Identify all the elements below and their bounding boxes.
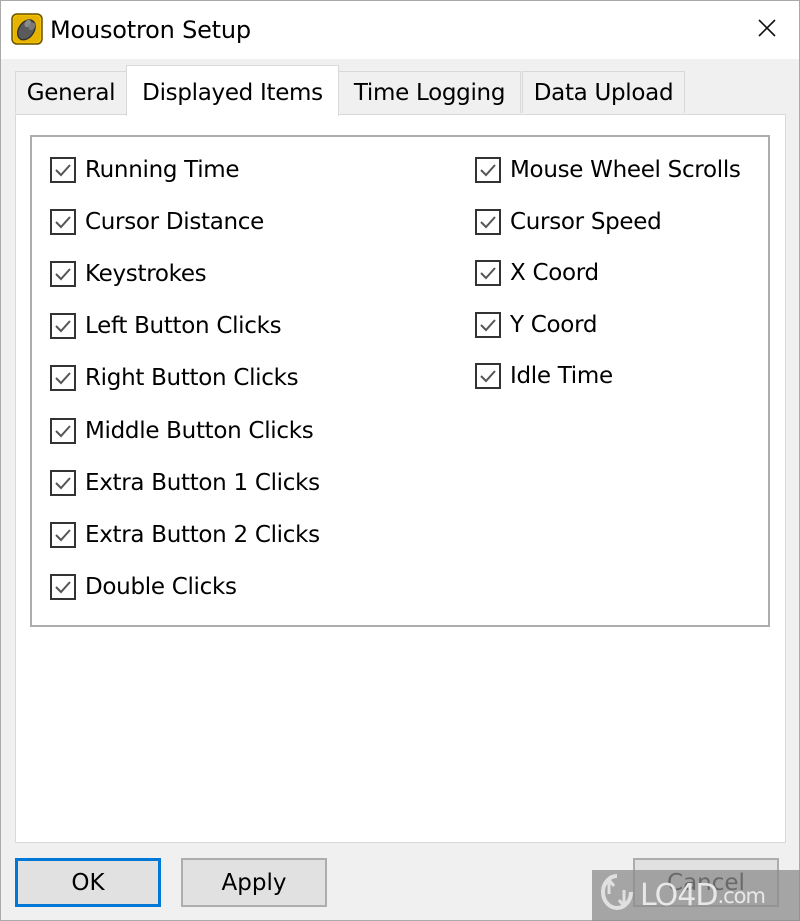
checkbox-label: Extra Button 1 Clicks <box>85 469 320 496</box>
tab-time-logging[interactable]: Time Logging <box>338 71 521 113</box>
tab-displayed-items[interactable]: Displayed Items <box>126 65 339 116</box>
checkbox-checked-icon[interactable] <box>50 469 76 496</box>
tab-label: Data Upload <box>533 79 674 106</box>
checkbox-double-clicks[interactable]: Double Clicks <box>50 570 237 604</box>
checkbox-checked-icon[interactable] <box>475 208 501 235</box>
checkbox-checked-icon[interactable] <box>50 209 76 236</box>
apply-button-label: Apply <box>221 869 287 896</box>
displayed-items-panel: Running Time Cursor Distance Keystrokes Lef… <box>15 114 786 843</box>
checkbox-idle-time[interactable]: Idle Time <box>475 359 613 393</box>
checkbox-keystrokes[interactable]: Keystrokes <box>50 257 207 291</box>
checkbox-label: Cursor Distance <box>85 209 264 236</box>
close-icon <box>758 19 776 41</box>
checkbox-checked-icon[interactable] <box>50 313 76 340</box>
checkbox-checked-icon[interactable] <box>475 311 501 338</box>
checkbox-label: Left Button Clicks <box>85 313 282 340</box>
tab-data-upload[interactable]: Data Upload <box>522 71 685 113</box>
checkbox-label: Middle Button Clicks <box>85 417 314 444</box>
checkbox-checked-icon[interactable] <box>50 157 76 183</box>
checkbox-checked-icon[interactable] <box>50 261 76 288</box>
mousotron-app-icon <box>11 13 43 45</box>
checkbox-mouse-wheel-scrolls[interactable]: Mouse Wheel Scrolls <box>475 153 741 187</box>
ok-button[interactable]: OK <box>15 858 161 907</box>
tab-general[interactable]: General <box>15 71 127 113</box>
watermark: LO4D .com <box>592 870 800 921</box>
checkbox-running-time[interactable]: Running Time <box>50 153 240 187</box>
close-button[interactable] <box>735 1 799 59</box>
displayed-items-group: Running Time Cursor Distance Keystrokes Lef… <box>30 135 770 627</box>
ok-button-label: OK <box>71 869 105 896</box>
checkbox-label: Running Time <box>85 157 240 183</box>
tab-label: Displayed Items <box>142 80 323 106</box>
checkbox-label: Y Coord <box>510 311 598 338</box>
checkbox-middle-button-clicks[interactable]: Middle Button Clicks <box>50 414 314 448</box>
title-bar[interactable]: Mousotron Setup <box>1 1 799 59</box>
checkbox-label: Keystrokes <box>85 261 207 288</box>
tab-strip: General Displayed Items Time Logging Dat… <box>15 65 715 116</box>
checkbox-left-button-clicks[interactable]: Left Button Clicks <box>50 309 282 343</box>
checkbox-extra-button-1-clicks[interactable]: Extra Button 1 Clicks <box>50 466 320 500</box>
checkbox-label: Double Clicks <box>85 573 237 600</box>
checkbox-checked-icon[interactable] <box>50 417 76 444</box>
tab-label: General <box>26 79 116 106</box>
checkbox-cursor-distance[interactable]: Cursor Distance <box>50 205 264 239</box>
checkbox-right-button-clicks[interactable]: Right Button Clicks <box>50 361 299 395</box>
checkbox-label: Right Button Clicks <box>85 365 299 392</box>
checkbox-checked-icon[interactable] <box>475 363 501 389</box>
checkbox-label: Cursor Speed <box>510 208 662 235</box>
checkbox-x-coord[interactable]: X Coord <box>475 256 599 290</box>
watermark-logo-icon <box>600 872 634 920</box>
checkbox-checked-icon[interactable] <box>50 573 76 600</box>
watermark-brand: LO4D <box>640 878 718 913</box>
checkbox-label: Idle Time <box>510 363 613 389</box>
checkbox-label: Mouse Wheel Scrolls <box>510 157 741 183</box>
checkbox-checked-icon[interactable] <box>475 157 501 183</box>
apply-button[interactable]: Apply <box>181 858 327 907</box>
checkbox-label: X Coord <box>510 260 599 286</box>
checkbox-label: Extra Button 2 Clicks <box>85 521 320 548</box>
setup-dialog: Mousotron Setup General Displayed Items … <box>0 0 800 921</box>
checkbox-y-coord[interactable]: Y Coord <box>475 308 597 342</box>
checkbox-cursor-speed[interactable]: Cursor Speed <box>475 205 662 239</box>
checkbox-checked-icon[interactable] <box>50 521 76 548</box>
checkbox-extra-button-2-clicks[interactable]: Extra Button 2 Clicks <box>50 518 320 552</box>
watermark-suffix: .com <box>717 883 766 908</box>
tab-label: Time Logging <box>353 79 506 106</box>
window-title: Mousotron Setup <box>50 16 251 44</box>
checkbox-checked-icon[interactable] <box>50 365 76 392</box>
checkbox-checked-icon[interactable] <box>475 260 501 286</box>
